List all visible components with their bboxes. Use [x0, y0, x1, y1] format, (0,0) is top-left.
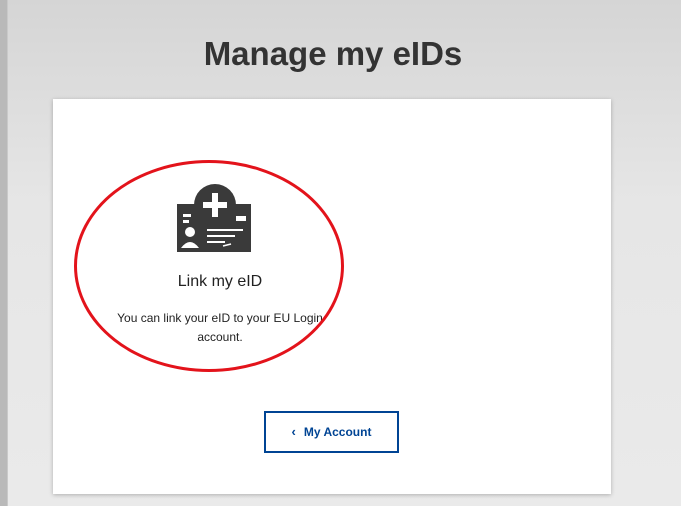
main-panel: Link my eID You can link your eID to you… — [53, 99, 611, 494]
page-title: Manage my eIDs — [203, 35, 463, 72]
card-description: You can link your eID to your EU Login a… — [117, 311, 323, 344]
my-account-label: My Account — [303, 425, 372, 439]
card-title: Link my eID — [177, 273, 263, 290]
left-rail — [0, 0, 8, 506]
chevron-left-icon: ‹ — [291, 424, 296, 439]
id-card-add-icon — [177, 184, 251, 252]
my-account-button[interactable]: ‹ My Account — [264, 411, 399, 453]
link-eid-card[interactable]: Link my eID You can link your eID to you… — [100, 169, 340, 359]
